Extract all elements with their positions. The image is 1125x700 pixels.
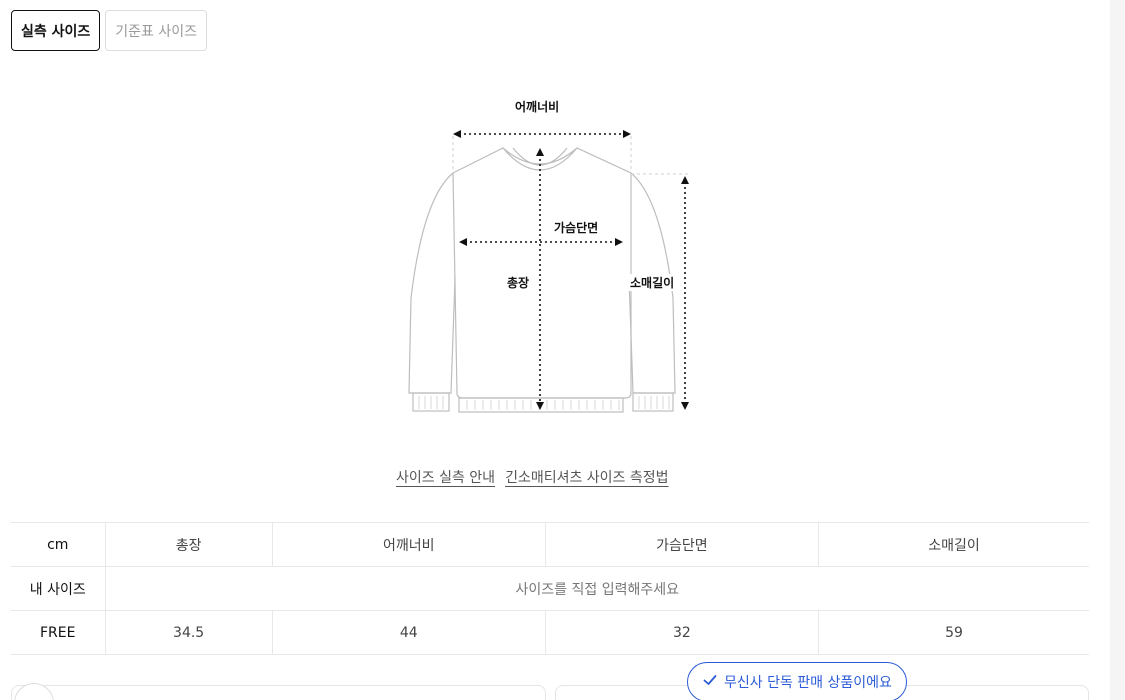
size-name: FREE [11,610,106,655]
header-shoulder: 어깨너비 [272,522,546,567]
tab-standard-size[interactable]: 기준표 사이즈 [105,10,208,51]
size-guide-links: 사이즈 실측 안내 긴소매티셔츠 사이즈 측정법 [396,467,669,487]
my-size-input[interactable]: 사이즈를 직접 입력해주세요 [105,566,1089,611]
bottom-card-left[interactable] [11,685,546,700]
my-size-label: 내 사이즈 [11,566,106,611]
size-diagram: 어깨너비 가슴단면 총장 소매길이 [395,88,715,418]
sweatshirt-illustration [408,130,691,413]
value-length: 34.5 [105,610,273,655]
size-tabs: 실측 사이즈 기준표 사이즈 [11,10,208,51]
table-header-row: cm 총장 어깨너비 가슴단면 소매길이 [11,522,1089,567]
shoulder-label: 어깨너비 [513,98,562,115]
exclusive-badge-text: 무신사 단독 판매 상품이에요 [724,675,892,691]
measure-guide-link[interactable]: 사이즈 실측 안내 [396,467,495,487]
chest-label: 가슴단면 [552,219,601,236]
size-table: cm 총장 어깨너비 가슴단면 소매길이 내 사이즈 사이즈를 직접 입력해주세… [11,522,1089,655]
size-info-section: 실측 사이즈 기준표 사이즈 어깨너비 가슴단면 총장 소매길이 사이즈 실측 … [0,0,1110,700]
longsleeve-measure-link[interactable]: 긴소매티셔츠 사이즈 측정법 [505,467,668,487]
value-sleeve: 59 [818,610,1089,655]
scrollbar-track[interactable] [1110,0,1125,700]
value-chest: 32 [545,610,819,655]
my-size-row: 내 사이즈 사이즈를 직접 입력해주세요 [11,566,1089,611]
check-icon [702,672,718,692]
exclusive-badge[interactable]: 무신사 단독 판매 상품이에요 [687,662,907,700]
header-sleeve: 소매길이 [818,522,1089,567]
length-label: 총장 [505,274,532,291]
unit-header: cm [11,522,106,567]
sleeve-label: 소매길이 [628,274,677,291]
header-length: 총장 [105,522,273,567]
value-shoulder: 44 [272,610,546,655]
tab-measured-size[interactable]: 실측 사이즈 [11,10,101,51]
table-row: FREE 34.5 44 32 59 [11,610,1089,655]
header-chest: 가슴단면 [545,522,819,567]
